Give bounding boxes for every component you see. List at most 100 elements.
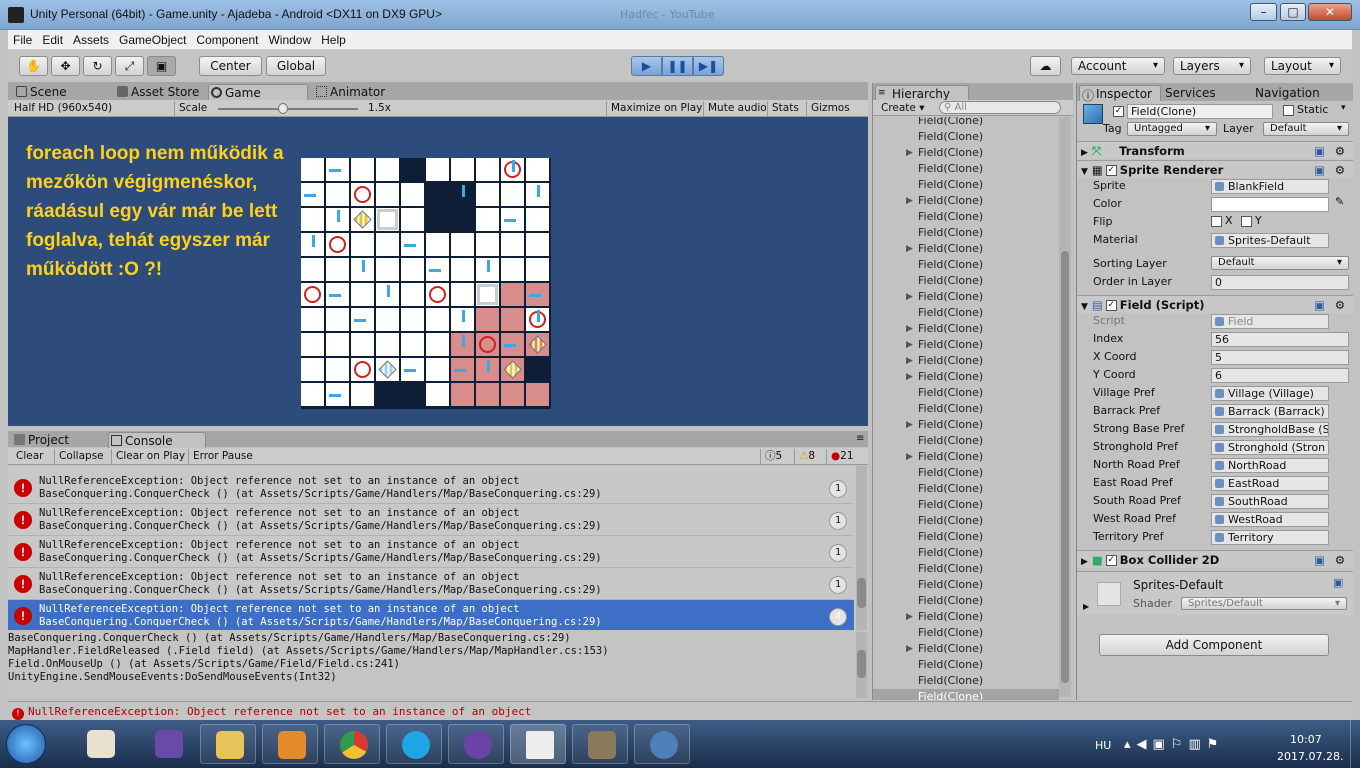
hierarchy-item[interactable]: Field(Clone) xyxy=(873,689,1059,700)
settings-gear-icon[interactable]: ⚙ xyxy=(1335,296,1345,314)
order-in-layer-input[interactable]: 0 xyxy=(1211,275,1349,290)
clock-time[interactable]: 10:07 xyxy=(1290,733,1322,746)
board-cell[interactable] xyxy=(401,308,424,331)
static-toggle[interactable]: Static xyxy=(1283,103,1328,116)
taskbar-app-game[interactable] xyxy=(140,724,196,764)
tab-animator[interactable]: Animator xyxy=(314,84,394,100)
material-preview-section[interactable]: Sprites-Default Shader Sprites/Default ▶… xyxy=(1077,571,1353,615)
log-entry[interactable]: ! NullReferenceException: Object referenc… xyxy=(8,472,854,504)
help-icon[interactable]: ▣ xyxy=(1314,296,1325,314)
tab-scene[interactable]: Scene xyxy=(14,84,76,100)
settings-gear-icon[interactable]: ⚙ xyxy=(1335,551,1345,569)
taskbar-media-player[interactable] xyxy=(262,724,318,764)
eyedropper-icon[interactable]: ✎ xyxy=(1335,195,1344,208)
board-cell[interactable] xyxy=(301,208,324,231)
hierarchy-list[interactable]: Field(Clone) Field(Clone) ▶ Field(Clone) Fie… xyxy=(873,117,1059,700)
field-value-input[interactable]: Stronghold (Stron⊙ xyxy=(1211,440,1329,455)
hierarchy-item[interactable]: Field(Clone) xyxy=(918,225,983,241)
menu-file[interactable]: File xyxy=(8,30,37,50)
tab-console[interactable]: Console xyxy=(108,432,206,448)
panel-menu-icon[interactable]: ≡ xyxy=(856,433,864,444)
expand-arrow-icon[interactable]: ▶ xyxy=(906,145,913,161)
mute-audio-toggle[interactable]: Mute audio xyxy=(703,101,771,116)
board-cell[interactable] xyxy=(426,233,449,256)
board-cell[interactable] xyxy=(301,258,324,281)
tab-inspector[interactable]: ⓘ Inspector xyxy=(1079,85,1161,103)
hierarchy-item[interactable]: Field(Clone) xyxy=(918,209,983,225)
layers-dropdown[interactable]: Layers xyxy=(1173,57,1251,75)
hierarchy-item[interactable]: Field(Clone) xyxy=(918,481,983,497)
tray-icons[interactable]: ▴◀▣⚐▥⚑ xyxy=(1124,737,1224,752)
board-cell[interactable] xyxy=(376,358,399,381)
account-dropdown[interactable]: Account xyxy=(1071,57,1165,75)
hierarchy-item[interactable]: Field(Clone) xyxy=(918,117,983,129)
help-icon[interactable]: ▣ xyxy=(1314,161,1325,179)
tab-services[interactable]: Services xyxy=(1163,85,1229,101)
sprite-field[interactable]: BlankField⊙ xyxy=(1211,179,1329,194)
board-cell[interactable] xyxy=(401,208,424,231)
cloud-button[interactable]: ☁ xyxy=(1030,56,1061,76)
resolution-dropdown[interactable]: Half HD (960x540) xyxy=(10,101,174,116)
board-cell[interactable] xyxy=(501,233,524,256)
move-tool-button[interactable]: ✥ xyxy=(51,56,80,76)
board-cell[interactable] xyxy=(326,308,349,331)
board-cell[interactable] xyxy=(301,158,324,181)
board-cell[interactable] xyxy=(376,208,399,231)
maximize-on-play-toggle[interactable]: Maximize on Play xyxy=(606,101,706,116)
clock-date[interactable]: 2017.07.28. xyxy=(1277,750,1343,763)
board-cell[interactable] xyxy=(401,283,424,306)
taskbar-explorer[interactable] xyxy=(200,724,256,764)
expand-arrow-icon[interactable]: ▶ xyxy=(906,449,913,465)
board-cell[interactable] xyxy=(351,183,374,206)
board-cell[interactable] xyxy=(451,258,474,281)
hierarchy-item[interactable]: Field(Clone) xyxy=(918,497,983,513)
active-checkbox[interactable]: ✓ xyxy=(1113,104,1127,117)
tab-game[interactable]: Game xyxy=(208,84,308,100)
help-icon[interactable]: ▣ xyxy=(1314,142,1325,160)
scale-slider-track[interactable] xyxy=(218,108,358,110)
hierarchy-item[interactable]: ▶ Field(Clone) xyxy=(906,321,983,337)
rect-tool-button[interactable]: ▣ xyxy=(147,56,176,76)
board-cell[interactable] xyxy=(526,233,549,256)
expand-arrow-icon[interactable]: ▶ xyxy=(906,417,913,433)
board-cell[interactable] xyxy=(476,208,499,231)
game-view[interactable]: foreach loop nem működik a mezőkön végig… xyxy=(8,117,868,426)
board-cell[interactable] xyxy=(301,358,324,381)
hierarchy-item[interactable]: ▶ Field(Clone) xyxy=(906,193,983,209)
log-entry[interactable]: ! NullReferenceException: Object referenc… xyxy=(8,536,854,568)
board-cell[interactable] xyxy=(351,208,374,231)
stack-scrollbar-thumb[interactable] xyxy=(857,650,866,678)
hierarchy-item[interactable]: ▶ Field(Clone) xyxy=(906,449,983,465)
taskbar-app-cards[interactable] xyxy=(72,724,128,764)
board-cell[interactable] xyxy=(501,383,524,406)
hand-tool-button[interactable]: ✋ xyxy=(19,56,48,76)
log-entry-selected[interactable]: ! NullReferenceException: Object referenc… xyxy=(8,600,854,630)
board-cell[interactable] xyxy=(376,183,399,206)
hierarchy-item[interactable]: Field(Clone) xyxy=(918,177,983,193)
clear-on-play-toggle[interactable]: Clear on Play xyxy=(111,449,189,464)
console-scrollbar[interactable] xyxy=(856,466,867,630)
board-cell[interactable] xyxy=(376,258,399,281)
hierarchy-item[interactable]: Field(Clone) xyxy=(918,273,983,289)
board-cell[interactable] xyxy=(301,283,324,306)
layout-dropdown[interactable]: Layout xyxy=(1264,57,1341,75)
sprite-renderer-component-header[interactable]: ▼ ▦ ✓ Sprite Renderer ▣ ⚙ xyxy=(1077,160,1353,178)
field-script-component-header[interactable]: ▼ ▤ ✓ Field (Script) ▣ ⚙ xyxy=(1077,295,1353,313)
field-script-enabled-checkbox[interactable]: ✓ xyxy=(1105,300,1117,311)
board-cell[interactable] xyxy=(476,308,499,331)
menu-help[interactable]: Help xyxy=(316,30,351,50)
status-bar[interactable]: ! NullReferenceException: Object referenc… xyxy=(8,701,1352,720)
board-cell[interactable] xyxy=(526,208,549,231)
hierarchy-item[interactable]: ▶ Field(Clone) xyxy=(906,353,983,369)
field-value-input[interactable]: SouthRoad⊙ xyxy=(1211,494,1329,509)
hierarchy-item[interactable]: Field(Clone) xyxy=(918,161,983,177)
expand-arrow-icon[interactable]: ▶ xyxy=(906,641,913,657)
language-indicator[interactable]: HU xyxy=(1095,739,1111,752)
expand-arrow-icon[interactable]: ▶ xyxy=(906,353,913,369)
warning-filter-toggle[interactable]: ⚠8 xyxy=(794,449,819,464)
hierarchy-item[interactable]: Field(Clone) xyxy=(918,657,983,673)
log-entry[interactable]: ! NullReferenceException: Object referenc… xyxy=(8,504,854,536)
board-cell[interactable] xyxy=(326,358,349,381)
taskbar-github[interactable] xyxy=(448,724,504,764)
hierarchy-scrollbar-thumb[interactable] xyxy=(1061,251,1069,683)
